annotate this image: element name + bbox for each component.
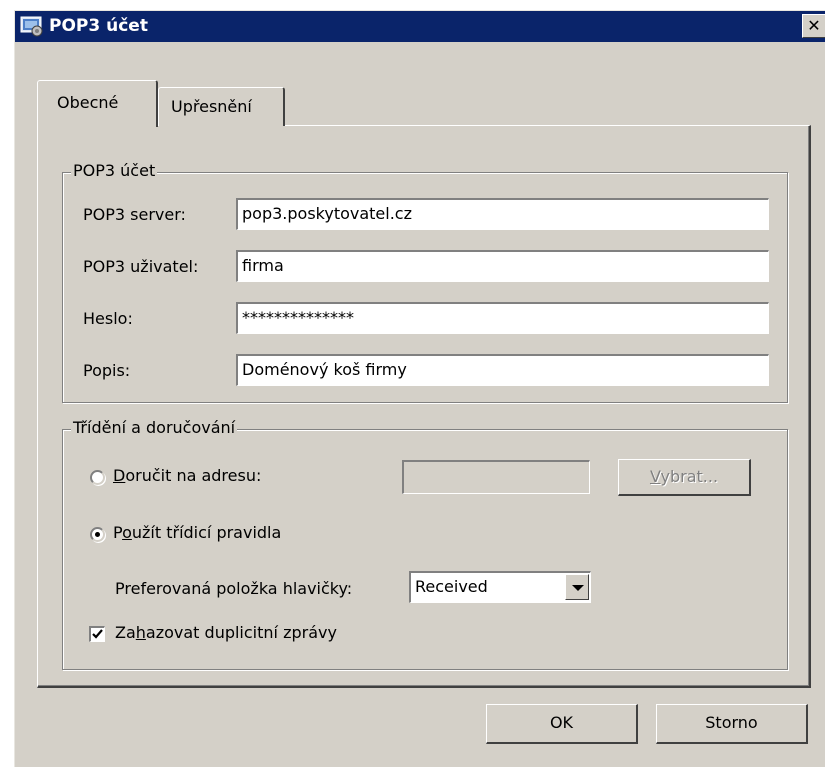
ok-button[interactable]: OK — [486, 704, 638, 744]
pop3-account-icon — [20, 16, 43, 37]
deliver-to-address-radio[interactable] — [90, 470, 105, 485]
preferred-header-select[interactable]: Received — [409, 571, 591, 603]
title-bar[interactable]: POP3 účet ✕ — [15, 11, 825, 42]
pop3-account-group: POP3 účet POP3 server: pop3.poskytovatel… — [62, 161, 788, 403]
select-address-button[interactable]: Vybrat... — [618, 459, 751, 496]
server-label: POP3 server: — [83, 205, 186, 224]
sorting-delivery-legend: Třídění a doručování — [71, 418, 238, 437]
tab-general[interactable]: Obecné — [37, 80, 158, 127]
server-input[interactable]: pop3.poskytovatel.cz — [236, 198, 769, 230]
password-label: Heslo: — [83, 309, 133, 328]
use-sorting-rules-radio[interactable] — [90, 527, 105, 542]
user-label: POP3 uživatel: — [83, 257, 199, 276]
checkmark-icon — [92, 629, 103, 639]
description-input[interactable]: Doménový koš firmy — [236, 354, 769, 386]
cancel-button[interactable]: Storno — [656, 704, 808, 744]
deliver-address-input[interactable] — [402, 460, 590, 494]
deliver-to-address-label[interactable]: Doručit na adresu: — [113, 466, 261, 485]
preferred-header-label: Preferovaná položka hlavičky: — [115, 579, 353, 598]
chevron-down-icon[interactable] — [565, 574, 589, 600]
preferred-header-value: Received — [415, 577, 488, 596]
tab-advanced-label: Upřesnění — [171, 97, 252, 116]
close-button[interactable]: ✕ — [802, 14, 825, 38]
description-label: Popis: — [83, 361, 131, 380]
close-icon: ✕ — [807, 16, 821, 35]
discard-duplicates-checkbox[interactable] — [89, 626, 105, 642]
password-input[interactable]: ************** — [236, 302, 769, 334]
tab-panel: POP3 účet POP3 server: pop3.poskytovatel… — [37, 125, 811, 688]
discard-duplicates-label[interactable]: Zahazovat duplicitní zprávy — [115, 623, 337, 642]
tab-advanced[interactable]: Upřesnění — [158, 87, 285, 126]
window-title: POP3 účet — [49, 16, 148, 36]
pop3-account-legend: POP3 účet — [71, 161, 158, 180]
use-sorting-rules-label[interactable]: Použít třídicí pravidla — [113, 523, 281, 542]
sorting-delivery-group: Třídění a doručování Doručit na adresu: … — [62, 418, 788, 670]
dialog-window: POP3 účet ✕ Obecné Upřesnění POP3 účet P… — [14, 10, 825, 767]
user-input[interactable]: firma — [236, 250, 769, 282]
tab-general-label: Obecné — [57, 93, 119, 112]
